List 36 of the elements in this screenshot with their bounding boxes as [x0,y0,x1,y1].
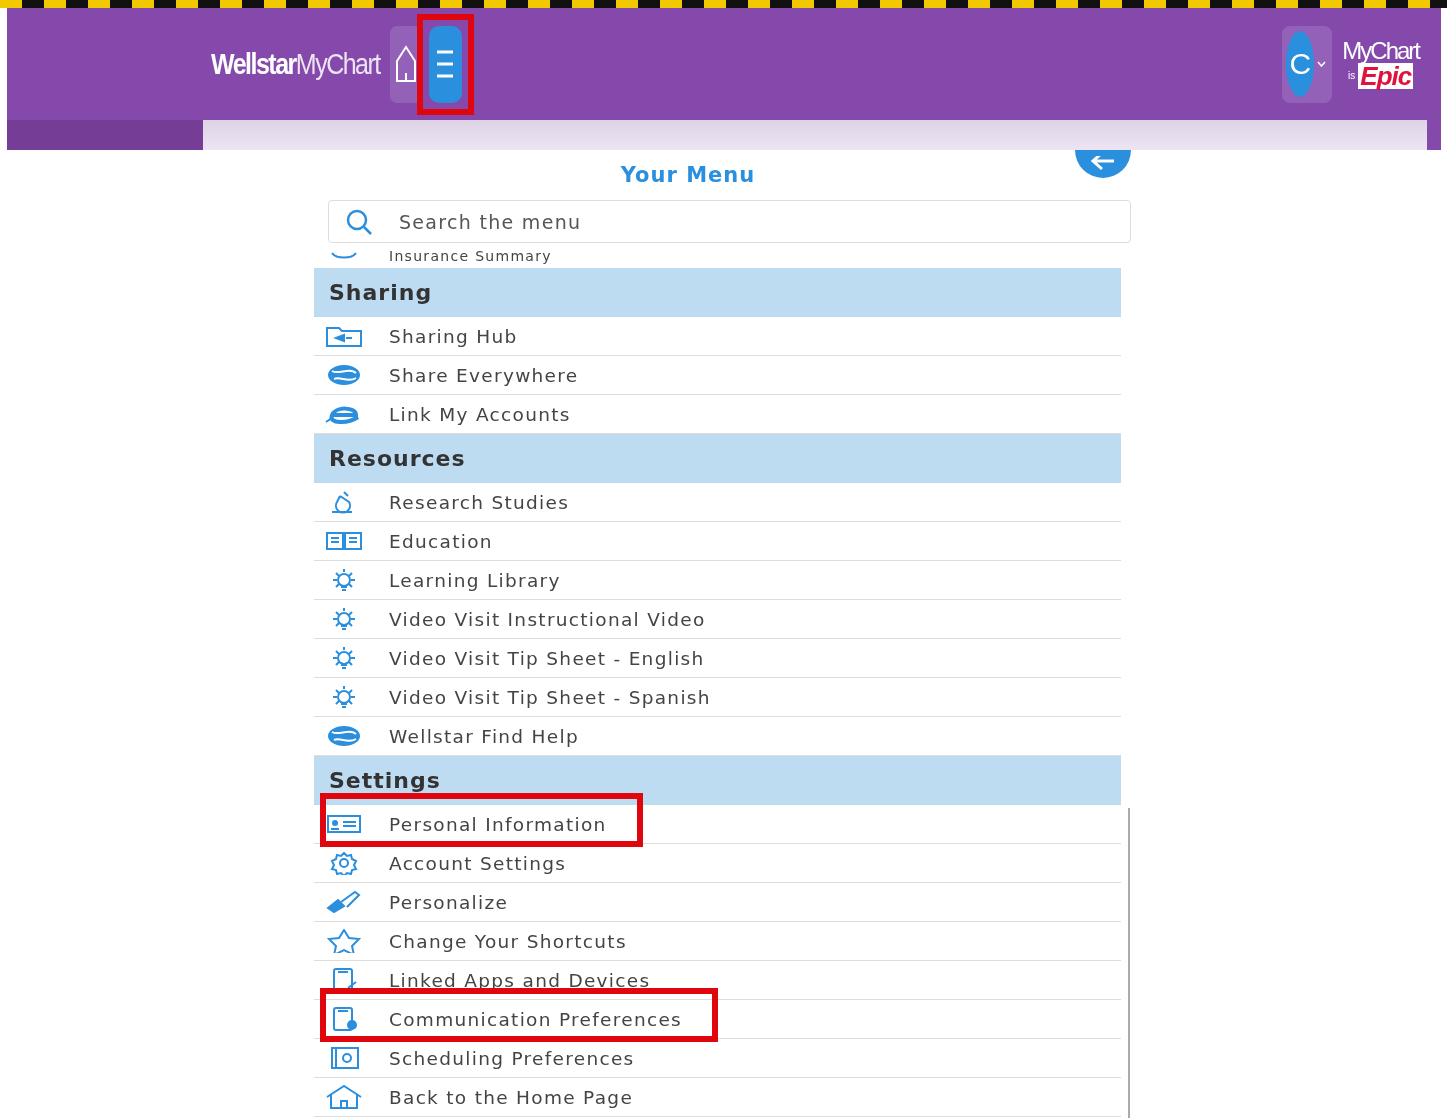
scrollbar[interactable] [1128,808,1130,1118]
book-icon [324,529,364,553]
chevron-down-icon [1317,61,1327,67]
brand-logo: WellstarMyChart [211,47,380,81]
menu-item[interactable]: Share Everywhere [314,356,1121,395]
id-card-icon [324,812,364,836]
menu-item[interactable]: Back to the Home Page [314,1078,1121,1117]
search-input[interactable]: Search the menu [397,209,1130,234]
menu-title: Your Menu [619,162,757,189]
menu-item[interactable]: Personalize [314,883,1121,922]
search-field[interactable]: Search the menu [328,200,1131,243]
back-arrow-icon [1090,156,1116,172]
menu-item[interactable]: Personal Information [314,805,1121,844]
menu-item[interactable]: Account Settings [314,844,1121,883]
shield-icon [330,251,358,260]
menu-item[interactable]: Learning Library [314,561,1121,600]
menu-item[interactable]: Scheduling Preferences [314,1039,1121,1078]
menu-item[interactable]: Sharing Hub [314,317,1121,356]
menu-item[interactable]: Change Your Shortcuts [314,922,1121,961]
back-button[interactable] [1075,150,1131,178]
home-icon [395,45,418,83]
star-icon [324,929,364,953]
folder-icon [324,324,364,348]
section-header: Resources [314,434,1121,483]
section-header: Sharing [314,268,1121,317]
menu-button[interactable] [428,25,462,103]
menu-icon [436,49,455,79]
home-icon [324,1085,364,1109]
menu-item[interactable]: Video Visit Tip Sheet - English [314,639,1121,678]
section-header: Settings [314,756,1121,805]
menu-item[interactable]: Research Studies [314,483,1121,522]
menu-item[interactable]: Education [314,522,1121,561]
menu-item[interactable]: Video Visit Instructional Video [314,600,1121,639]
menu-item[interactable]: Video Visit Tip Sheet - Spanish [314,678,1121,717]
menu-item-label[interactable]: Insurance Summary [389,247,552,264]
menu-item[interactable]: Communication Preferences [314,1000,1121,1039]
